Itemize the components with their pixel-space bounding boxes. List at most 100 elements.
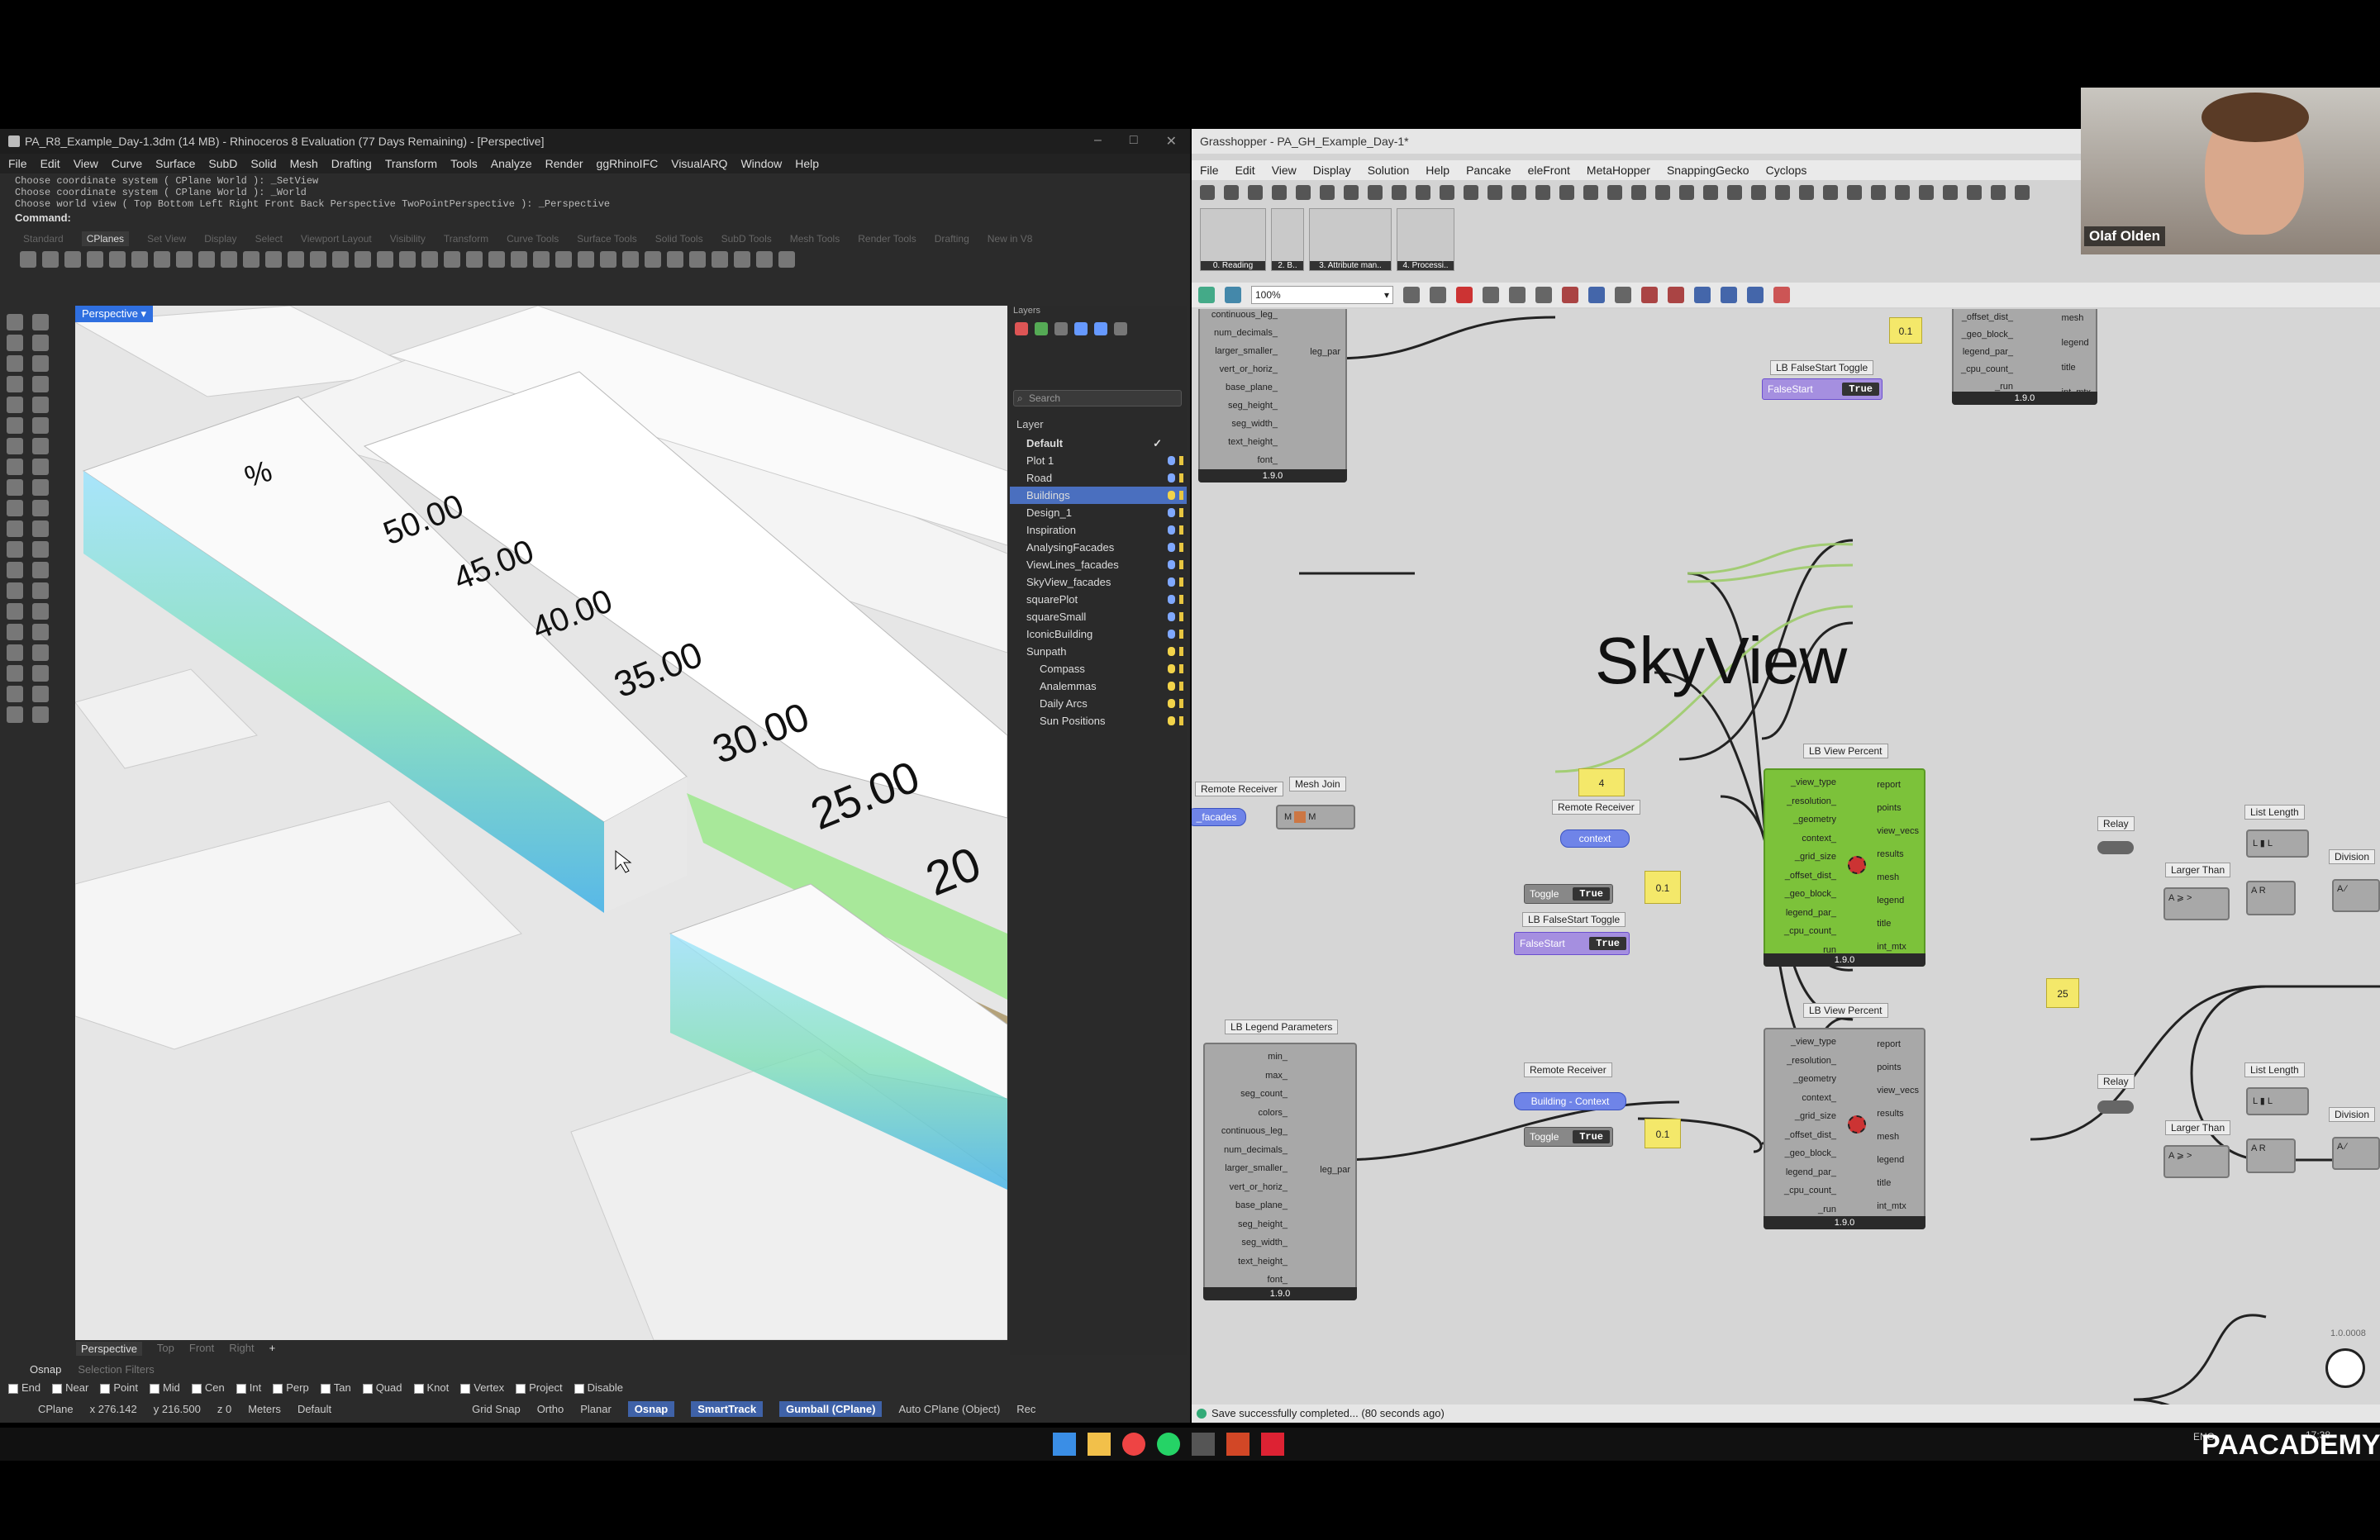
lightbulb-icon[interactable]: [1168, 612, 1175, 621]
tool-icon[interactable]: [32, 376, 49, 392]
rhino-app-icon[interactable]: [1192, 1433, 1215, 1456]
menu-transform[interactable]: Transform: [385, 157, 437, 170]
lightbulb-icon[interactable]: [1168, 456, 1175, 465]
tool-icon[interactable]: [32, 644, 49, 661]
lightbulb-icon[interactable]: [1168, 543, 1175, 552]
param-label[interactable]: _offset_dist_: [1770, 867, 1836, 886]
param-label[interactable]: vert_or_horiz_: [1208, 1178, 1288, 1197]
lock-icon[interactable]: [1179, 612, 1183, 621]
gh-menu-edit[interactable]: Edit: [1235, 164, 1255, 177]
toggle-lower[interactable]: Toggle True: [1524, 1127, 1613, 1147]
toolbar-icon[interactable]: [109, 251, 126, 268]
gh-tab-icon[interactable]: [1535, 185, 1550, 200]
tool-icon[interactable]: [7, 397, 23, 413]
osnap-end[interactable]: End: [8, 1381, 40, 1394]
viewport-title-tab[interactable]: Perspective ▾: [75, 306, 154, 322]
tool-icon[interactable]: [32, 582, 49, 599]
toolbar-icon[interactable]: [578, 251, 594, 268]
larger-than-component[interactable]: A ⩾ >: [2163, 887, 2230, 920]
lightbulb-icon[interactable]: [1168, 525, 1175, 535]
relay-node[interactable]: [2097, 841, 2134, 854]
param-label[interactable]: _geometry: [1770, 1070, 1836, 1089]
toolbar-icon[interactable]: [689, 251, 706, 268]
canvas-tool-icon[interactable]: [1483, 287, 1499, 303]
menu-visualarq[interactable]: VisualARQ: [671, 157, 727, 170]
gh-menu-pancake[interactable]: Pancake: [1466, 164, 1511, 177]
canvas-tool-icon[interactable]: [1588, 287, 1605, 303]
tool-icon[interactable]: [32, 355, 49, 372]
tool-icon[interactable]: [7, 314, 23, 330]
toolbar-icon[interactable]: [377, 251, 393, 268]
toolbar-icon[interactable]: [600, 251, 616, 268]
tool-icon[interactable]: [32, 314, 49, 330]
panel-offset[interactable]: 0.1: [1645, 871, 1681, 904]
status-auto-cplane[interactable]: Auto CPlane (Object): [898, 1403, 1000, 1415]
layer-row[interactable]: Road: [1010, 469, 1187, 487]
lock-icon[interactable]: [1179, 664, 1183, 673]
status-cplane[interactable]: CPlane: [38, 1403, 74, 1415]
zoom-select[interactable]: 100% ▾: [1251, 286, 1393, 304]
lightbulb-icon[interactable]: [1168, 578, 1175, 587]
panel-offset-lower[interactable]: 0.1: [1645, 1119, 1681, 1148]
canvas-tool-icon[interactable]: [1641, 287, 1658, 303]
layer-row[interactable]: AnalysingFacades: [1010, 539, 1187, 556]
param-label[interactable]: _grid_size: [1770, 1107, 1836, 1126]
lightbulb-icon[interactable]: [1168, 647, 1175, 656]
disable-icon[interactable]: [1773, 287, 1790, 303]
status-ortho[interactable]: Ortho: [537, 1403, 564, 1415]
toolbar-icon[interactable]: [265, 251, 282, 268]
param-label[interactable]: _resolution_: [1770, 792, 1836, 811]
tool-icon[interactable]: [7, 686, 23, 702]
menu-tools[interactable]: Tools: [450, 157, 478, 170]
gh-group-attribute[interactable]: 3. Attribute man..: [1309, 208, 1392, 271]
param-label[interactable]: _cpu_count_: [1957, 361, 2013, 378]
param-label[interactable]: colors_: [1208, 1104, 1288, 1123]
menu-mesh[interactable]: Mesh: [290, 157, 318, 170]
lb-view-percent-top[interactable]: _offset_dist_ _geo_block_ legend_par_ _c…: [1952, 309, 2097, 405]
toolbar-icon[interactable]: [288, 251, 304, 268]
toolbar-icon[interactable]: [20, 251, 36, 268]
tool-icon[interactable]: [7, 562, 23, 578]
param-label[interactable]: text_height_: [1208, 1252, 1288, 1271]
status-gumball[interactable]: Gumball (CPlane): [779, 1401, 883, 1417]
tool-icon[interactable]: [32, 520, 49, 537]
status-smarttrack[interactable]: SmartTrack: [691, 1401, 764, 1417]
param-label[interactable]: _view_type: [1770, 1033, 1836, 1052]
canvas-tool-icon[interactable]: [1694, 287, 1711, 303]
canvas-tool-icon[interactable]: [1509, 287, 1526, 303]
perspective-viewport[interactable]: % 50.00 45.00 40.00 35.00 30.00 25.00 20…: [75, 306, 1007, 1340]
menu-drafting[interactable]: Drafting: [331, 157, 372, 170]
param-label[interactable]: report: [1877, 1033, 1919, 1056]
lock-icon[interactable]: [1179, 456, 1183, 465]
larger-than-component[interactable]: A ⩾ >: [2163, 1145, 2230, 1178]
list-length-component[interactable]: L ▮ L: [2246, 1087, 2309, 1115]
tool-icon[interactable]: [7, 603, 23, 620]
tab-subd-tools[interactable]: SubD Tools: [721, 233, 772, 245]
param-label[interactable]: num_decimals_: [1203, 324, 1278, 342]
menu-file[interactable]: File: [8, 157, 27, 170]
tab-osnap[interactable]: Osnap: [30, 1363, 61, 1376]
toolbar-icon[interactable]: [444, 251, 460, 268]
param-label[interactable]: base_plane_: [1208, 1196, 1288, 1215]
param-label[interactable]: points: [1877, 796, 1919, 820]
tool-icon[interactable]: [7, 479, 23, 496]
param-label[interactable]: text_height_: [1203, 433, 1278, 451]
gh-tab-icon[interactable]: [1679, 185, 1694, 200]
canvas-tool-icon[interactable]: [1562, 287, 1578, 303]
gh-tab-icon[interactable]: [1344, 185, 1359, 200]
gh-tab-icon[interactable]: [1847, 185, 1862, 200]
list-length-component[interactable]: L ▮ L: [2246, 829, 2309, 858]
lb-legend-parameters[interactable]: min_ max_ seg_count_ colors_ continuous_…: [1203, 1043, 1357, 1300]
osnap-quad[interactable]: Quad: [362, 1381, 402, 1394]
osnap-mid[interactable]: Mid: [149, 1381, 180, 1394]
gh-tab-icon[interactable]: [1392, 185, 1407, 200]
lightbulb-icon[interactable]: [1168, 473, 1175, 482]
gh-tab-icon[interactable]: [1511, 185, 1526, 200]
remote-receiver-context[interactable]: context: [1560, 829, 1630, 848]
gh-tab-icon[interactable]: [1727, 185, 1742, 200]
gh-group-processing[interactable]: 4. Processi..: [1397, 208, 1454, 271]
gh-menu-display[interactable]: Display: [1313, 164, 1351, 177]
toolbar-icon[interactable]: [667, 251, 683, 268]
layer-row[interactable]: Compass: [1010, 660, 1187, 677]
tab-cplanes[interactable]: CPlanes: [81, 231, 130, 246]
